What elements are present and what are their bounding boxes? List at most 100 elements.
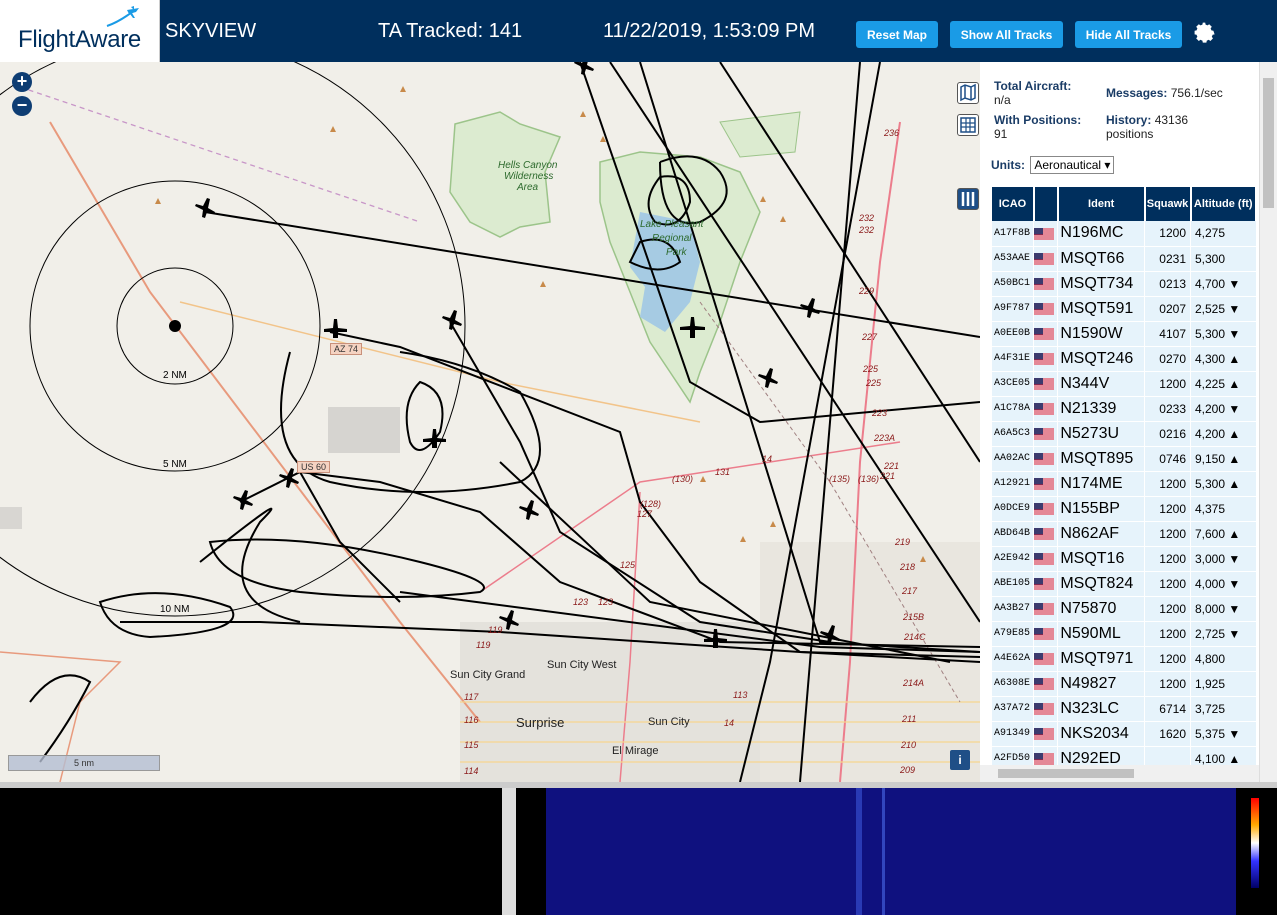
- cell-squawk: 1200: [1144, 621, 1191, 647]
- waterfall-signal: [856, 788, 862, 915]
- waterfall-signal: [882, 788, 885, 915]
- highway-number: 116: [464, 715, 479, 725]
- us-flag-icon: [1033, 521, 1059, 547]
- ta-tracked-count: TA Tracked: 141: [378, 20, 523, 42]
- cell-icao: ABE105: [992, 571, 1035, 597]
- column-header-altitude[interactable]: Altitude (ft): [1190, 187, 1257, 221]
- cell-icao: A0EE0B: [992, 321, 1035, 347]
- reset-map-button[interactable]: Reset Map: [856, 21, 938, 48]
- cell-ident: MSQT66: [1057, 246, 1146, 272]
- table-row[interactable]: A37A72 N323LC 6714 3,725: [992, 696, 1257, 722]
- highway-number: 223A: [874, 433, 896, 443]
- table-row[interactable]: A1C78A N21339 0233 4,200 ▼: [992, 396, 1257, 422]
- flightaware-logo[interactable]: FlightAware: [0, 0, 160, 62]
- cell-icao: A4F31E: [992, 346, 1035, 372]
- cell-altitude: 7,600 ▲: [1190, 521, 1257, 547]
- table-row[interactable]: A50BC1 MSQT734 0213 4,700 ▼: [992, 271, 1257, 297]
- info-button[interactable]: i: [950, 750, 970, 770]
- cell-ident: MSQT734: [1057, 271, 1146, 297]
- table-row[interactable]: ABE105 MSQT824 1200 4,000 ▼: [992, 571, 1257, 597]
- cell-icao: A37A72: [992, 696, 1035, 722]
- units-select[interactable]: Aeronautical ▾: [1030, 156, 1115, 174]
- cell-altitude: 9,150 ▲: [1190, 446, 1257, 472]
- cell-squawk: 1200: [1144, 521, 1191, 547]
- table-row[interactable]: A6308E N49827 1200 1,925: [992, 671, 1257, 697]
- table-row[interactable]: AA3B27 N75870 1200 8,000 ▼: [992, 596, 1257, 622]
- us-flag-icon: [1033, 421, 1059, 447]
- scale-bar: 5 nm: [8, 755, 160, 771]
- column-header-squawk[interactable]: Squawk: [1144, 187, 1192, 221]
- scroll-thumb[interactable]: [1263, 78, 1274, 208]
- zoom-out-button[interactable]: −: [12, 96, 32, 116]
- us-flag-icon: [1033, 471, 1059, 497]
- logo-text: FlightAware: [18, 26, 141, 53]
- panel-horizontal-scrollbar[interactable]: [980, 765, 1259, 782]
- ring-label-2nm: 2 NM: [163, 370, 187, 381]
- column-header-icao[interactable]: ICAO: [992, 187, 1035, 221]
- table-row[interactable]: A3CE05 N344V 1200 4,225 ▲: [992, 371, 1257, 397]
- us-flag-icon: [1033, 246, 1059, 272]
- ring-label-10nm: 10 NM: [160, 604, 190, 615]
- area-label: Regional: [652, 233, 692, 244]
- map-layers-icon[interactable]: [957, 82, 979, 104]
- table-row[interactable]: A79E85 N590ML 1200 2,725 ▼: [992, 621, 1257, 647]
- panel-vertical-scrollbar[interactable]: [1259, 62, 1277, 782]
- cell-squawk: 1200: [1144, 646, 1191, 672]
- column-header-flag[interactable]: [1033, 187, 1059, 221]
- table-row[interactable]: A9F787 MSQT591 0207 2,525 ▼: [992, 296, 1257, 322]
- divider: [502, 788, 516, 915]
- table-row[interactable]: A4F31E MSQT246 0270 4,300 ▲: [992, 346, 1257, 372]
- grid-icon[interactable]: [957, 114, 979, 136]
- aircraft-table-container[interactable]: ICAO Ident Squawk Altitude (ft) A17F8B N1…: [992, 187, 1257, 765]
- cell-ident: MSQT16: [1057, 546, 1146, 572]
- hide-all-tracks-button[interactable]: Hide All Tracks: [1075, 21, 1182, 48]
- table-row[interactable]: A4E62A MSQT971 1200 4,800: [992, 646, 1257, 672]
- cell-ident: MSQT895: [1057, 446, 1146, 472]
- cell-ident: N196MC: [1057, 221, 1146, 247]
- zoom-in-button[interactable]: +: [12, 72, 32, 92]
- highway-number: 119: [488, 625, 503, 635]
- cell-squawk: 0207: [1144, 296, 1191, 322]
- column-header-ident[interactable]: Ident: [1057, 187, 1146, 221]
- cell-ident: N344V: [1057, 371, 1146, 397]
- cell-altitude: 4,300 ▲: [1190, 346, 1257, 372]
- table-row[interactable]: A0DCE9 N155BP 1200 4,375: [992, 496, 1257, 522]
- area-label: Area: [517, 182, 539, 193]
- table-row[interactable]: A17F8B N196MC 1200 4,275: [992, 221, 1257, 247]
- gear-icon[interactable]: [1192, 20, 1216, 44]
- columns-icon[interactable]: [957, 188, 979, 210]
- cell-ident: N174ME: [1057, 471, 1146, 497]
- cell-ident: N49827: [1057, 671, 1146, 697]
- table-row[interactable]: AA02AC MSQT895 0746 9,150 ▲: [992, 446, 1257, 472]
- table-row[interactable]: A2FD50 N292ED 4,100 ▲: [992, 746, 1257, 765]
- map-view[interactable]: + − 2 NM 5 NM 10 NM Hells Canyon Wildern…: [0, 62, 980, 782]
- table-row[interactable]: A0EE0B N1590W 4107 5,300 ▼: [992, 321, 1257, 347]
- us-flag-icon: [1033, 221, 1059, 247]
- history-label: History:: [1106, 113, 1152, 127]
- cell-squawk: 0231: [1144, 246, 1191, 272]
- highway-number: 125: [620, 560, 636, 570]
- cell-ident: MSQT971: [1057, 646, 1146, 672]
- color-scale-bar: [1251, 798, 1259, 888]
- place-sun-city-grand: Sun City Grand: [450, 669, 526, 681]
- cell-icao: A9F787: [992, 296, 1035, 322]
- area-label: Hells Canyon: [498, 160, 558, 171]
- cell-altitude: 2,725 ▼: [1190, 621, 1257, 647]
- table-row[interactable]: ABD64B N862AF 1200 7,600 ▲: [992, 521, 1257, 547]
- highway-number: 217: [902, 586, 918, 596]
- table-row[interactable]: A91349 NKS2034 1620 5,375 ▼: [992, 721, 1257, 747]
- table-row[interactable]: A6A5C3 N5273U 0216 4,200 ▲: [992, 421, 1257, 447]
- table-row[interactable]: A2E942 MSQT16 1200 3,000 ▼: [992, 546, 1257, 572]
- cell-icao: A0DCE9: [992, 496, 1035, 522]
- urban-block: [328, 407, 400, 453]
- cell-altitude: 4,225 ▲: [1190, 371, 1257, 397]
- cell-squawk: 1200: [1144, 546, 1191, 572]
- highway-number: 221: [880, 471, 896, 481]
- highway-number: (130): [672, 474, 694, 484]
- total-aircraft-label: Total Aircraft:: [994, 79, 1072, 93]
- table-row[interactable]: A12921 N174ME 1200 5,300 ▲: [992, 471, 1257, 497]
- show-all-tracks-button[interactable]: Show All Tracks: [950, 21, 1063, 48]
- cell-ident: MSQT824: [1057, 571, 1146, 597]
- scroll-thumb[interactable]: [998, 769, 1134, 778]
- table-row[interactable]: A53AAE MSQT66 0231 5,300: [992, 246, 1257, 272]
